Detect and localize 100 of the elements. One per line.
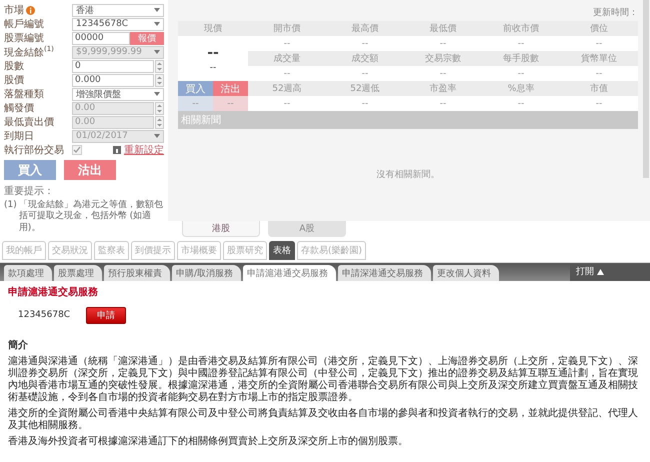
- change-value: --: [210, 62, 216, 72]
- field-label: 最低賣出價: [4, 116, 54, 129]
- spinner-icon[interactable]: [155, 60, 164, 72]
- field-label: 市場: [4, 4, 24, 17]
- dropdown-arrow-icon: [154, 50, 160, 54]
- column-header: 前收市價: [482, 21, 560, 36]
- notes-title: 重要提示：: [4, 184, 55, 198]
- nav-tab[interactable]: 監察表: [94, 240, 129, 260]
- column-header: 最高價: [326, 21, 404, 36]
- column-header: 市盈率: [404, 81, 482, 96]
- column-header: 市值: [560, 81, 638, 96]
- table-cell: --: [560, 66, 638, 81]
- column-header: 每手股數: [482, 51, 560, 66]
- nav-tab[interactable]: 表格: [269, 240, 295, 260]
- dropdown-arrow-icon: [154, 22, 160, 26]
- table-cell: --: [482, 36, 560, 51]
- sub-tab[interactable]: 更改個人資料: [433, 264, 500, 281]
- field-label: 執行部份交易: [4, 144, 64, 157]
- quote-button[interactable]: 報價: [130, 32, 164, 44]
- field-label: 落盤種類: [4, 88, 44, 101]
- price-value: --: [207, 44, 219, 60]
- number-field[interactable]: 0.000: [72, 74, 154, 86]
- bid-value: --: [178, 96, 213, 111]
- paragraph: 香港及海外投資者可根據滬深港通訂下的相關條例買賣於上交所及深交所上市的個別股票。: [8, 436, 409, 448]
- field-label: 現金結餘$^{(1)}$: [4, 44, 54, 60]
- footnote-text: 「現金結餘」為港元之等值，數額包括可提取之現金，包括外幣 (如適用)。: [18, 200, 164, 234]
- nav-tab[interactable]: 到價提示: [131, 240, 175, 260]
- account-number: 12345678C: [18, 310, 70, 320]
- column-header: 52週低: [326, 81, 404, 96]
- empty-message: 沒有相關新聞。: [376, 168, 440, 182]
- sub-tab[interactable]: 申請滬港通交易服務: [243, 264, 336, 281]
- table-cell: --: [248, 96, 326, 111]
- table-cell: --: [326, 36, 404, 51]
- market-tab[interactable]: 港股: [182, 220, 260, 237]
- dropdown-arrow-icon: [154, 8, 160, 12]
- column-header: 成交量: [248, 51, 326, 66]
- column-header: 現價: [178, 21, 248, 36]
- column-header: 最低價: [404, 21, 482, 36]
- ask-value: --: [213, 96, 248, 111]
- dropdown-arrow-icon: [154, 134, 160, 138]
- table-cell: --: [326, 66, 404, 81]
- field-label: 觸發價: [4, 102, 34, 115]
- spinner-icon[interactable]: [155, 74, 164, 86]
- help-icon[interactable]: [113, 146, 121, 154]
- column-header: 成交額: [326, 51, 404, 66]
- sub-tab[interactable]: 申購/取消服務: [172, 264, 242, 281]
- table-cell: --: [560, 36, 638, 51]
- buy-button[interactable]: 買入: [4, 160, 56, 180]
- update-time-label: 更新時間：: [593, 6, 638, 20]
- field-label: 到期日: [4, 130, 34, 143]
- nav-tab[interactable]: 股票研究: [223, 240, 267, 260]
- table-cell: --: [404, 36, 482, 51]
- ask-header: 沽出: [213, 81, 248, 96]
- scrollbar[interactable]: [643, 0, 649, 178]
- field-label: 帳戶編號: [4, 18, 44, 31]
- table-cell: --: [326, 96, 404, 111]
- apply-button[interactable]: 申請: [86, 306, 126, 324]
- dropdown[interactable]: 香港: [72, 4, 164, 16]
- table-cell: --: [248, 66, 326, 81]
- number-field[interactable]: 0: [72, 60, 154, 72]
- nav-tab[interactable]: 市場概要: [177, 240, 221, 260]
- table-cell: --: [560, 96, 638, 111]
- table-cell: --: [404, 96, 482, 111]
- nav-tab[interactable]: 存款易(樂齡園): [297, 240, 366, 260]
- column-header: %息率: [482, 81, 560, 96]
- field-label: 股票編號: [4, 32, 44, 45]
- footnote-mark: (1): [4, 200, 17, 212]
- table-cell: --: [248, 36, 326, 51]
- nav-tab[interactable]: 交易狀況: [48, 240, 92, 260]
- sell-button[interactable]: 沽出: [64, 160, 116, 180]
- stock-code-field[interactable]: 00000: [72, 32, 130, 44]
- dropdown[interactable]: 12345678C: [72, 18, 164, 30]
- info-icon[interactable]: [26, 6, 35, 14]
- triangle-icon: [597, 268, 604, 275]
- column-header: 開市價: [248, 21, 326, 36]
- bid-header: 買入: [178, 81, 213, 96]
- column-header: 52週高: [248, 81, 326, 96]
- expand-toggle[interactable]: 打開: [570, 262, 650, 281]
- column-header: 貨幣單位: [560, 51, 638, 66]
- spinner-icon[interactable]: [155, 116, 164, 128]
- table-cell: --: [404, 66, 482, 81]
- nav-tab[interactable]: 我的帳戶: [2, 240, 46, 260]
- section-title: 申請滬港通交易服務: [8, 285, 99, 299]
- sub-tab[interactable]: 申請深港通交易服務: [338, 264, 432, 281]
- dropdown[interactable]: 增強限價盤: [72, 88, 164, 100]
- table-cell: --: [482, 66, 560, 81]
- spinner-icon[interactable]: [155, 102, 164, 114]
- sub-tab[interactable]: 預行股東權責: [104, 264, 170, 281]
- table-cell: --: [482, 96, 560, 111]
- sub-tab[interactable]: 股票處理: [54, 264, 102, 281]
- paragraph: 滬港通與深港通（統稱「滬深港通」）是由香港交易及結算所有限公司（港交所，定義見下文）、上海證券交易所（上交所，定義見下文）、深圳證券交易所（深交所，定義見下文）與中國證券登記結算有限公司（中登公司，定義見下文）推出的證券交易及結算互聯互通計劃，旨在實現內地與香港市場互通的突破性發展。根據滬深港通，港交所的全資附屬公司香港聯合交易所有限公司與上交所及深交所建立買賣盤互通及相關技術基礎設施，令到各自市場的投資者能夠交易在對方市場上市的指定股票證券。: [8, 356, 639, 404]
- intro-heading: 簡介: [8, 338, 29, 352]
- field-label: 股數: [4, 60, 24, 73]
- market-tab[interactable]: A股: [268, 220, 346, 237]
- paragraph: 港交所的全資附屬公司香港中央結算有限公司及中登公司將負責結算及交收由各自市場的參與者和投資者執行的交易，並就此提供登記、代理人及其他相關服務。: [8, 408, 639, 432]
- column-header: 交易宗數: [404, 51, 482, 66]
- sub-tab[interactable]: 款項處理: [4, 264, 52, 281]
- dropdown-arrow-icon: [154, 92, 160, 96]
- column-header: 價位: [560, 21, 638, 36]
- field-label: 股價: [4, 74, 24, 87]
